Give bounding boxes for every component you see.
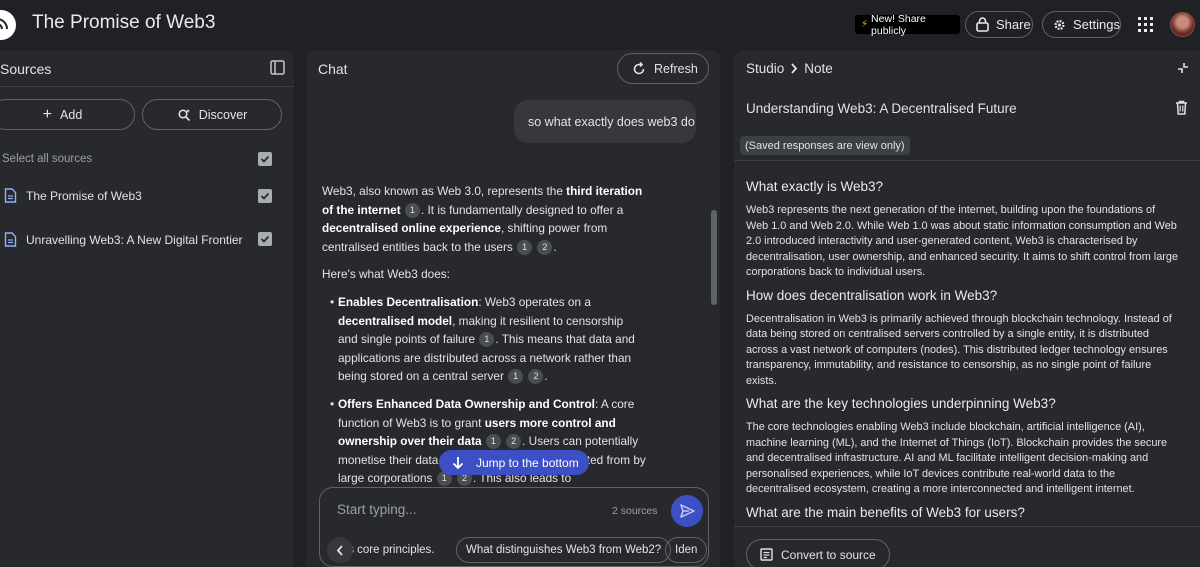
share-publicly-label: New! Share publicly [871, 12, 926, 37]
source-item[interactable]: Unravelling Web3: A New Digital Frontier [4, 232, 243, 247]
citation-badge[interactable]: 2 [528, 369, 544, 385]
add-source-button[interactable]: + Add [0, 99, 135, 130]
chat-input[interactable]: Start typing... [337, 502, 417, 517]
view-only-notice: (Saved responses are view only) [740, 136, 910, 155]
arrow-down-icon [452, 456, 464, 469]
chat-title: Chat [318, 61, 348, 77]
sources-title: Sources [0, 61, 52, 77]
answer-lead: Here's what Web3 does: [322, 267, 450, 282]
gear-icon [1054, 19, 1065, 30]
suggestion-chip[interactable]: Iden [665, 537, 708, 563]
share-publicly-badge[interactable]: ⚡ New! Share publicly [855, 12, 960, 37]
send-button[interactable] [671, 495, 703, 527]
logo-icon [0, 18, 8, 30]
collapse-icon[interactable] [1177, 62, 1189, 74]
answer-bullet: Enables Decentralisation: Web3 operates … [330, 293, 646, 386]
citation-badge[interactable]: 1 [517, 239, 533, 255]
chat-scrollbar[interactable] [711, 210, 717, 305]
suggestion-row: 's core principles. What distinguishes W… [320, 537, 710, 563]
discover-search-icon [178, 108, 190, 121]
trash-icon[interactable] [1175, 100, 1188, 115]
share-label: Share [996, 17, 1031, 32]
send-icon [679, 504, 695, 518]
sources-panel: Sources + Add Discover Select all source… [0, 50, 294, 567]
check-icon [260, 235, 270, 243]
studio-panel: Studio Note Understanding Web3: A Decent… [734, 50, 1200, 567]
user-message: so what exactly does web3 do [514, 100, 696, 143]
breadcrumb: Studio Note [746, 61, 833, 76]
answer-paragraph: Web3, also known as Web 3.0, represents … [322, 184, 643, 255]
discover-label: Discover [198, 107, 248, 122]
note-heading: What are the main benefits of Web3 for u… [746, 504, 1025, 520]
note-heading: What are the key technologies underpinni… [746, 396, 1056, 411]
chat-header: Chat Refresh [306, 50, 720, 87]
source-count: 2 sources [612, 505, 658, 517]
note-paragraph: Decentralisation in Web3 is primarily ac… [746, 312, 1172, 387]
source-item-label: Unravelling Web3: A New Digital Frontier [26, 232, 243, 247]
suggestions-prev-button[interactable] [327, 537, 353, 563]
source-checkbox[interactable] [258, 189, 272, 203]
citation-badge[interactable]: 1 [404, 202, 420, 218]
plus-icon: + [42, 105, 53, 123]
top-bar: The Promise of Web3 ⚡ New! Share publicl… [0, 0, 1200, 50]
convert-label: Convert to source [781, 547, 876, 562]
note-heading: How does decentralisation work in Web3? [746, 287, 998, 303]
avatar[interactable] [1170, 12, 1195, 37]
jump-to-bottom-button[interactable]: Jump to the bottom [439, 450, 589, 475]
studio-header: Studio Note [734, 50, 1200, 87]
breadcrumb-note: Note [804, 61, 833, 76]
settings-label: Settings [1073, 17, 1120, 32]
note-paragraph: Web3 represents the next generation of t… [746, 204, 1179, 278]
apps-grid-icon[interactable] [1138, 17, 1153, 32]
chevron-left-icon [336, 544, 343, 556]
note-paragraph: The core technologies enabling Web3 incl… [746, 421, 1168, 495]
settings-button[interactable]: Settings [1042, 11, 1121, 38]
source-item[interactable]: The Promise of Web3 [4, 188, 142, 203]
suggestion-chip[interactable]: What distinguishes Web3 from Web2? [456, 537, 672, 563]
add-label: Add [60, 107, 83, 122]
citation-badge[interactable]: 2 [506, 434, 522, 450]
refresh-label: Refresh [654, 61, 698, 76]
chat-panel: Chat Refresh so what exactly does web3 d… [306, 50, 720, 567]
chevron-right-icon [791, 63, 798, 74]
refresh-button[interactable]: Refresh [617, 53, 709, 84]
document-icon [4, 232, 17, 247]
convert-icon [760, 548, 773, 561]
refresh-icon [633, 61, 645, 74]
discover-button[interactable]: Discover [142, 99, 282, 130]
citation-badge[interactable]: 1 [479, 332, 495, 348]
jump-label: Jump to the bottom [476, 455, 579, 470]
lock-icon [976, 17, 989, 32]
note-body: What exactly is Web3? Web3 represents th… [746, 178, 1178, 529]
check-icon [260, 155, 270, 163]
sparkle-icon: ⚡ [861, 19, 869, 30]
source-checkbox[interactable] [258, 232, 272, 246]
breadcrumb-studio[interactable]: Studio [746, 61, 784, 76]
citation-badge[interactable]: 1 [508, 369, 524, 385]
select-all-label: Select all sources [2, 153, 93, 165]
document-icon [4, 188, 17, 203]
divider [734, 160, 1200, 161]
select-all-checkbox[interactable] [258, 152, 272, 166]
note-heading: What exactly is Web3? [746, 179, 884, 194]
citation-badge[interactable]: 1 [485, 434, 501, 450]
convert-to-source-button[interactable]: Convert to source [746, 539, 890, 567]
note-title: Understanding Web3: A Decentralised Futu… [746, 101, 1017, 116]
check-icon [260, 192, 270, 200]
source-item-label: The Promise of Web3 [26, 188, 142, 203]
chat-composer: Start typing... 2 sources 's core princi… [319, 487, 709, 567]
notebook-title[interactable]: The Promise of Web3 [32, 12, 215, 34]
collapse-panel-icon[interactable] [270, 60, 285, 75]
share-button[interactable]: Share [965, 11, 1033, 38]
app-logo[interactable] [0, 10, 16, 40]
sources-header: Sources [0, 50, 294, 87]
citation-badge[interactable]: 2 [537, 239, 553, 255]
